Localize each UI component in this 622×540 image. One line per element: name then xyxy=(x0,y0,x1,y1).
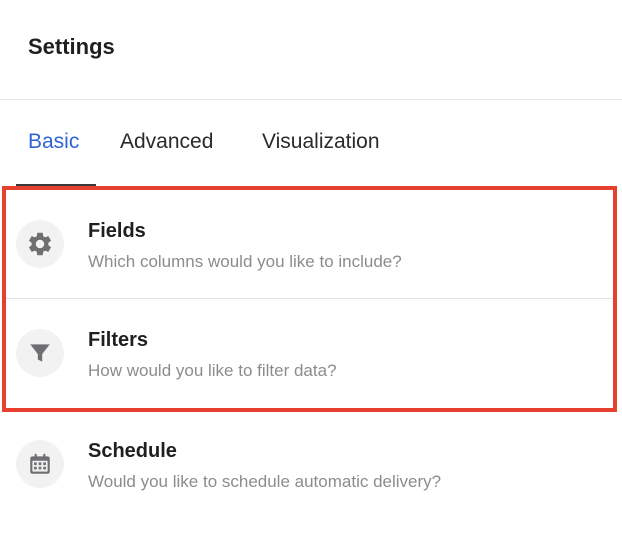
schedule-title: Schedule xyxy=(88,440,177,462)
filters-subtitle: How would you like to filter data? xyxy=(88,361,337,380)
tab-basic[interactable]: Basic xyxy=(28,130,79,154)
tab-advanced[interactable]: Advanced xyxy=(120,130,213,154)
filters-title: Filters xyxy=(88,329,149,351)
active-tab-indicator xyxy=(16,184,96,186)
settings-item-filters[interactable]: Filters How would you like to filter dat… xyxy=(0,299,614,407)
schedule-subtitle: Would you like to schedule automatic del… xyxy=(88,472,442,491)
funnel-icon xyxy=(16,329,64,377)
calendar-icon xyxy=(16,440,64,488)
tab-visualization[interactable]: Visualization xyxy=(262,130,380,154)
panel-header: Settings xyxy=(0,0,622,100)
tab-bar: Basic Advanced Visualization xyxy=(0,100,622,186)
settings-item-fields[interactable]: Fields Which columns would you like to i… xyxy=(0,190,614,298)
fields-subtitle: Which columns would you like to include? xyxy=(88,252,402,271)
page-title: Settings xyxy=(28,34,115,59)
gear-icon xyxy=(16,220,64,268)
settings-panel: Settings Basic Advanced Visualization Fi… xyxy=(0,0,622,540)
fields-title: Fields xyxy=(88,220,146,242)
settings-item-schedule[interactable]: Schedule Would you like to schedule auto… xyxy=(0,410,614,518)
